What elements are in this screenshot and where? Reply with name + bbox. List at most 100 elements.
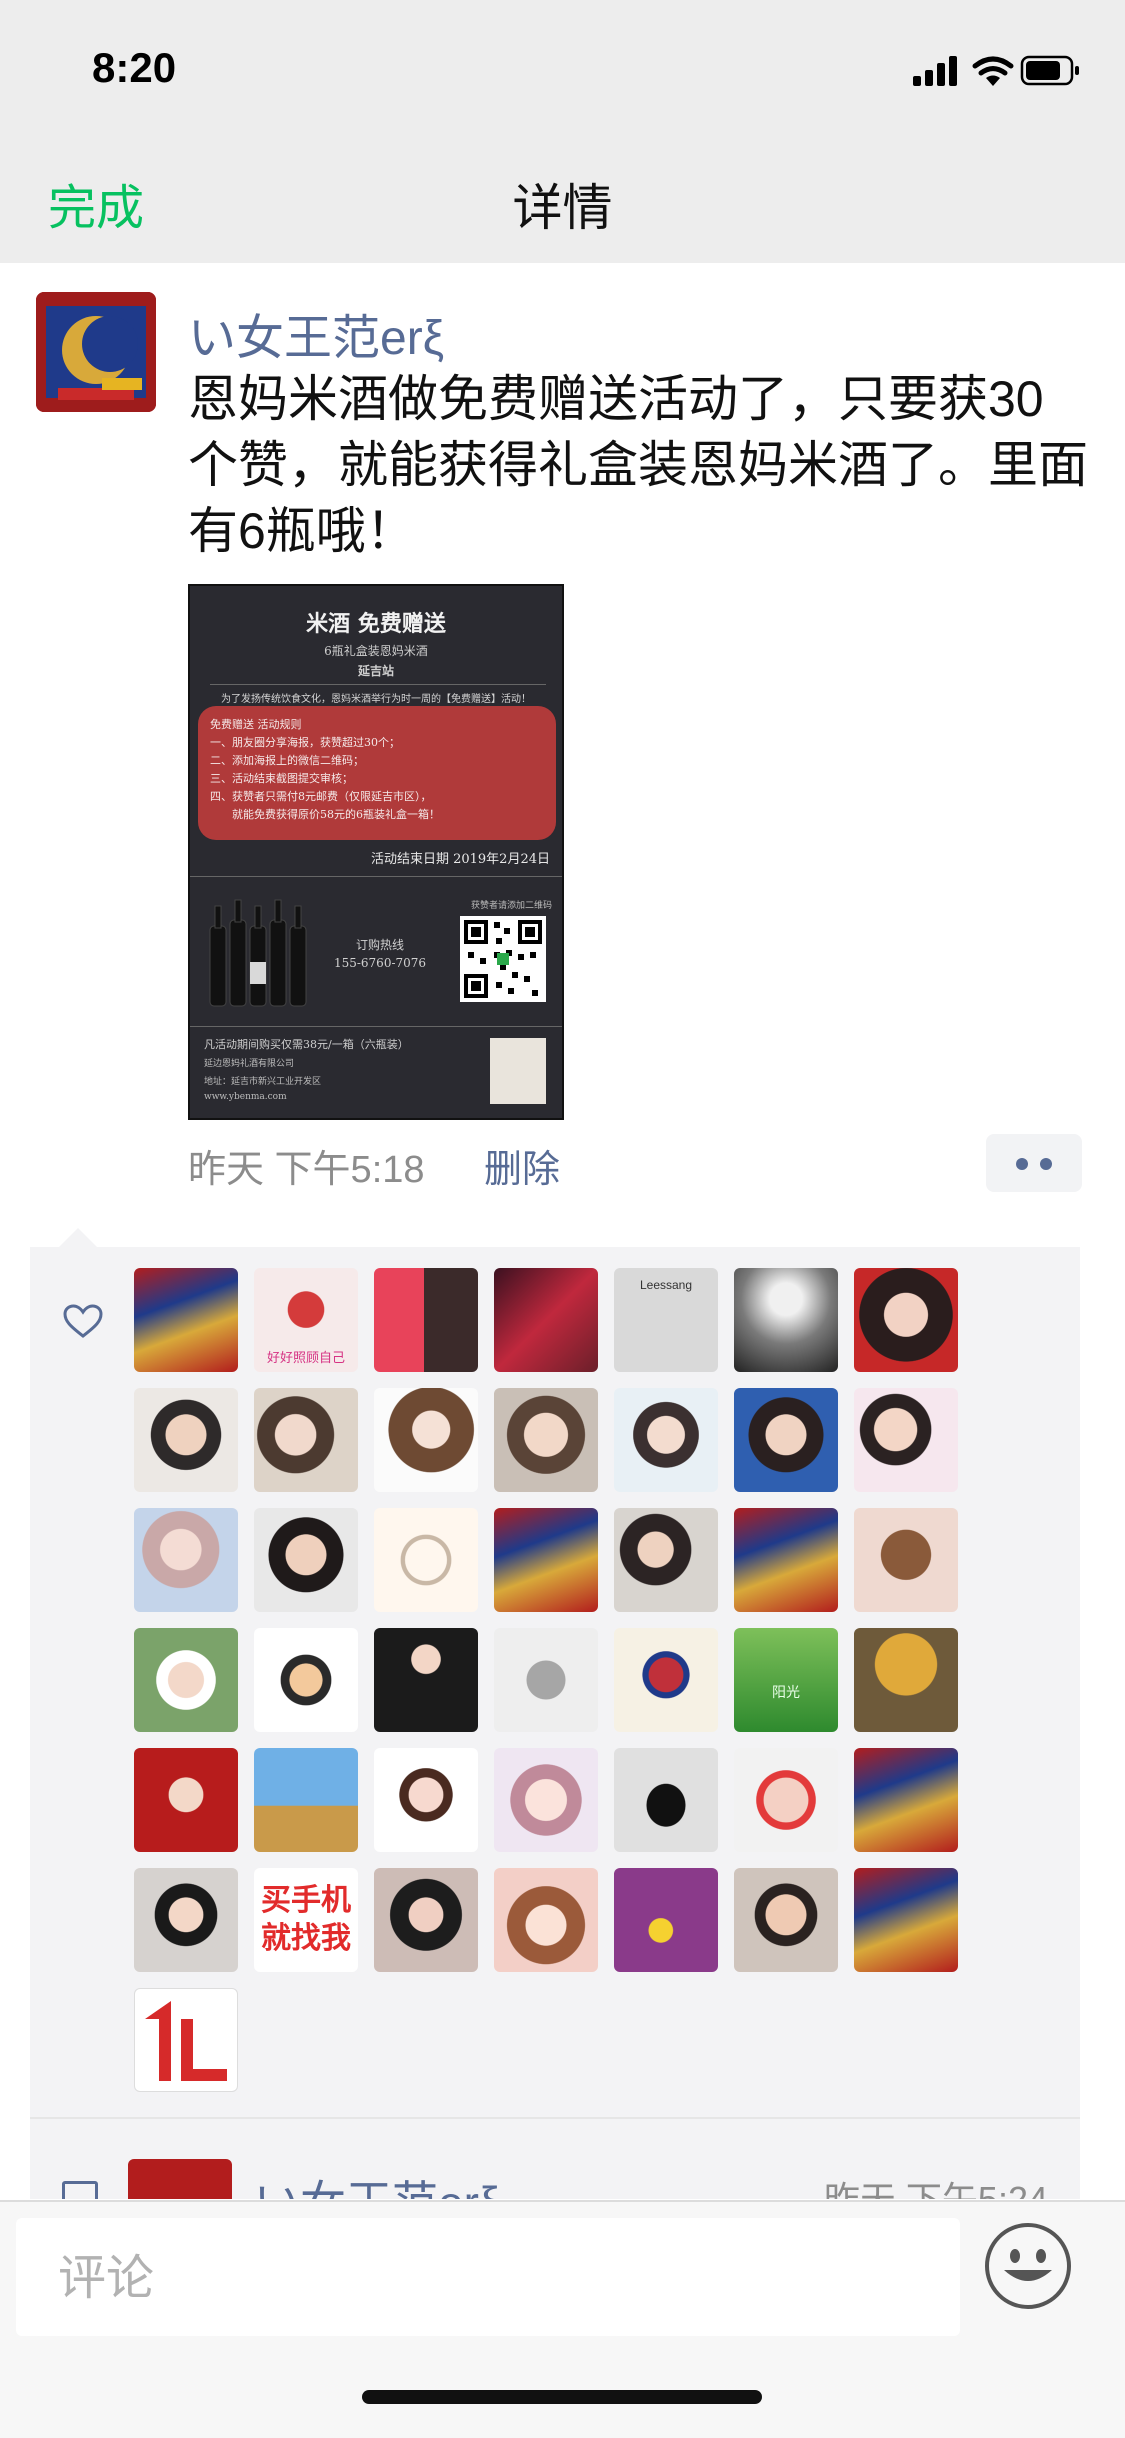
like-avatar[interactable]: [734, 1268, 838, 1372]
like-avatar[interactable]: [854, 1628, 958, 1732]
poster-rule: 三、活动结束截图提交审核；: [210, 772, 353, 785]
like-avatar[interactable]: [854, 1388, 958, 1492]
like-avatar[interactable]: [134, 1868, 238, 1972]
like-avatar[interactable]: [134, 1988, 238, 2092]
post-time: 昨天 下午5:18: [188, 1149, 425, 1191]
poster-divider: [190, 876, 562, 877]
like-avatar[interactable]: [854, 1268, 958, 1372]
poster-rule: 四、获赞者只需付8元邮费（仅限延吉市区），: [210, 790, 432, 803]
like-avatar[interactable]: [614, 1388, 718, 1492]
qr-code-image: [460, 916, 546, 1002]
like-avatar[interactable]: [494, 1268, 598, 1372]
like-avatar[interactable]: [134, 1508, 238, 1612]
more-actions-button[interactable]: [986, 1134, 1082, 1192]
bottles-image: [209, 899, 307, 1007]
poster-rule: 就能免费获得原价58元的6瓶装礼盒一箱！: [210, 808, 440, 821]
like-avatar[interactable]: [854, 1748, 958, 1852]
home-indicator[interactable]: [362, 2390, 762, 2404]
author-name[interactable]: い女王范erξ: [188, 298, 444, 368]
comment-input-box[interactable]: [16, 2218, 960, 2338]
page-title: 详情: [512, 180, 613, 236]
like-avatar[interactable]: 阳光: [734, 1628, 838, 1732]
comment-icon: [62, 2181, 98, 2199]
like-avatar[interactable]: [374, 1628, 478, 1732]
delete-link[interactable]: 删除: [484, 1138, 560, 1193]
poster-divider: [190, 1026, 562, 1027]
emoji-icon[interactable]: [984, 2222, 1072, 2310]
post-image[interactable]: 米酒 免费赠送 6瓶礼盒装恩妈米酒 延吉站 为了发扬传统饮食文化，恩妈米酒举行为…: [188, 584, 564, 1120]
comment-avatar[interactable]: [128, 2159, 232, 2199]
like-avatar[interactable]: [614, 1868, 718, 1972]
like-avatar[interactable]: [734, 1388, 838, 1492]
dot-icon: [1040, 1158, 1052, 1170]
like-avatar[interactable]: [134, 1268, 238, 1372]
like-avatar[interactable]: [614, 1508, 718, 1612]
poster-website: www.ybenma.com: [204, 1092, 287, 1102]
heart-icon: [63, 1304, 103, 1338]
poster-company: 延边恩妈礼酒有限公司: [204, 1059, 295, 1069]
like-avatar[interactable]: [494, 1388, 598, 1492]
poster-hotline-label: 订购热线: [355, 938, 404, 952]
like-avatar[interactable]: [494, 1508, 598, 1612]
avatar-caption: Leessang: [639, 1278, 693, 1292]
poster-subtitle: 6瓶礼盒装恩妈米酒: [324, 644, 428, 658]
poster-description: 为了发扬传统饮食文化，恩妈米酒举行为时一周的【免费赠送】活动！: [221, 694, 531, 705]
like-avatar[interactable]: [374, 1268, 478, 1372]
like-avatar[interactable]: [374, 1388, 478, 1492]
like-avatars-grid: 好好照顾自己 Leessang 阳光 买手机 就找我: [134, 1268, 1104, 2092]
like-avatar[interactable]: 买手机 就找我: [254, 1868, 358, 1972]
poster-location: 延吉站: [357, 664, 394, 678]
like-avatar[interactable]: [254, 1628, 358, 1732]
like-avatar[interactable]: [854, 1508, 958, 1612]
home-indicator-area: [0, 2390, 1125, 2410]
status-time: 8:20: [92, 44, 177, 91]
poster-rule: 二、添加海报上的微信二维码；: [210, 754, 364, 767]
signal-icon: [913, 56, 957, 86]
navigation-bar: 8:20 完成 详情: [0, 0, 1125, 263]
dot-icon: [1016, 1158, 1028, 1170]
like-avatar[interactable]: [134, 1388, 238, 1492]
poster-rules: 免费赠送 活动规则 一、朋友圈分享海报，获赞超过30个； 二、添加海报上的微信二…: [198, 706, 556, 840]
like-avatar[interactable]: 好好照顾自己: [254, 1268, 358, 1372]
status-icons: [913, 55, 1079, 86]
like-avatar[interactable]: [374, 1748, 478, 1852]
like-avatar[interactable]: [614, 1628, 718, 1732]
like-avatar[interactable]: [494, 1868, 598, 1972]
like-avatar[interactable]: [494, 1628, 598, 1732]
avatar-caption: 买手机 就找我: [261, 1884, 351, 1955]
like-avatar[interactable]: [134, 1628, 238, 1732]
author-avatar[interactable]: [36, 292, 156, 412]
comment-time: 昨天 下午5:24: [824, 2171, 1048, 2199]
battery-icon: [1020, 55, 1079, 86]
like-avatar[interactable]: [254, 1388, 358, 1492]
poster-rule: 一、朋友圈分享海报，获赞超过30个；: [210, 736, 400, 749]
poster-rule: 免费赠送 活动规则: [210, 718, 302, 731]
like-avatar[interactable]: [734, 1508, 838, 1612]
gift-box-image: [490, 1038, 546, 1104]
post-text: 恩妈米酒做免费赠送活动了，只要获30个赞，就能获得礼盒装恩妈米酒了。里面有6瓶哦…: [188, 371, 1088, 559]
poster-promo: 凡活动期间购买仅需38元/一箱（六瓶装）: [204, 1038, 409, 1051]
like-avatar[interactable]: [254, 1508, 358, 1612]
poster-hotline-number: 155-6760-7076: [333, 956, 427, 970]
comment-author[interactable]: い女王范erξ: [254, 2167, 500, 2199]
comments-panel: い女王范erξ 昨天 下午5:24: [30, 2119, 1080, 2199]
comment-input[interactable]: [56, 2218, 960, 2338]
poster-title: 米酒 免费赠送: [306, 611, 446, 637]
poster-divider: [210, 684, 546, 685]
poster-end-date: 活动结束日期 2019年2月24日: [370, 852, 550, 867]
like-avatar[interactable]: Leessang: [614, 1268, 718, 1372]
like-avatar[interactable]: [374, 1508, 478, 1612]
poster-qr-note: 获赞者请添加二维码: [470, 901, 552, 911]
like-avatar[interactable]: [134, 1748, 238, 1852]
avatar-caption: 好好照顾自己: [266, 1350, 345, 1365]
like-avatar[interactable]: [734, 1748, 838, 1852]
avatar-caption: 阳光: [772, 1684, 800, 1700]
poster-address: 地址：延吉市新兴工业开发区: [204, 1077, 322, 1087]
like-avatar[interactable]: [374, 1868, 478, 1972]
like-avatar[interactable]: [734, 1868, 838, 1972]
like-avatar[interactable]: [854, 1868, 958, 1972]
like-avatar[interactable]: [494, 1748, 598, 1852]
likes-panel-pointer: [58, 1228, 98, 1248]
like-avatar[interactable]: [254, 1748, 358, 1852]
like-avatar[interactable]: [614, 1748, 718, 1852]
